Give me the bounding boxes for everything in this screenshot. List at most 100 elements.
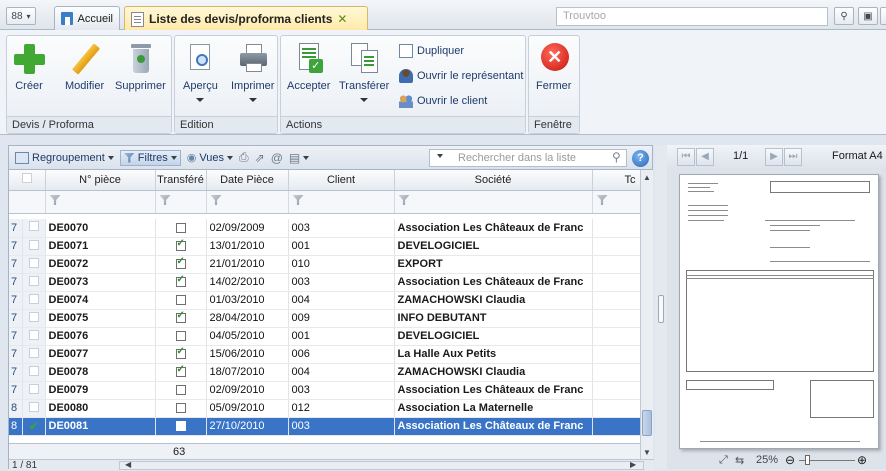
apercu-button[interactable]: Aperçu	[183, 42, 218, 102]
transfere-checkbox[interactable]	[175, 295, 186, 306]
fit-width-icon[interactable]: ⇆	[735, 454, 744, 467]
dupliquer-button[interactable]: Dupliquer	[399, 44, 464, 58]
list-search-input[interactable]: Rechercher dans la liste	[429, 149, 627, 167]
vertical-scrollbar[interactable]: ▲ ▼	[640, 170, 653, 459]
table-row[interactable]: 7 DE0076 04/05/2010 001 DEVELOGICIEL	[9, 327, 641, 346]
zoom-out-icon[interactable]: ⊖	[785, 453, 795, 467]
row-select-checkbox[interactable]	[28, 383, 39, 394]
ouvrir-client-button[interactable]: Ouvrir le client	[399, 94, 487, 108]
transfere-checkbox[interactable]	[175, 238, 186, 252]
fit-page-icon[interactable]: ⤢	[719, 454, 728, 467]
filtres-button[interactable]: Filtres	[119, 149, 181, 166]
window-button-2[interactable]	[880, 7, 886, 25]
table-row[interactable]: 7 DE0071 13/01/2010001DEVELOGICIEL	[9, 237, 641, 256]
panel-splitter[interactable]	[655, 145, 667, 469]
help-icon[interactable]: ?	[632, 150, 649, 167]
column-header-client[interactable]: Client	[288, 170, 395, 191]
transfere-checkbox[interactable]	[175, 310, 186, 324]
tab-liste-devis[interactable]: Liste des devis/proforma clients ✕	[124, 6, 368, 31]
supprimer-button[interactable]: Supprimer	[115, 42, 166, 92]
search-button[interactable]: ⚲	[834, 7, 854, 25]
column-header-tc[interactable]: Tc	[592, 170, 641, 191]
chevron-down-icon	[227, 155, 234, 160]
clipboard-button[interactable]: ▤	[289, 151, 310, 165]
scroll-left-icon[interactable]: ◀	[125, 460, 131, 469]
transfere-checkbox[interactable]	[175, 256, 186, 270]
table-row[interactable]: 7 DE0079 02/09/2010 003 Association Les Chât…	[9, 381, 641, 400]
previous-page-icon: ◀	[701, 151, 709, 162]
table-row[interactable]: 7 DE0074 01/03/2010 004 ZAMACHOWSKI Claudia	[9, 291, 641, 310]
filter-cell-societe[interactable]	[394, 190, 593, 214]
creer-button[interactable]: Créer	[13, 42, 45, 92]
transfere-checkbox[interactable]	[175, 346, 186, 360]
table-row[interactable]: 7 DE0073 14/02/2010003Association Les Chât…	[9, 273, 641, 292]
export-button[interactable]: ⇗	[255, 151, 265, 165]
transfere-checkbox[interactable]	[175, 331, 186, 342]
previous-page-button[interactable]: ◀	[696, 148, 714, 166]
table-row[interactable]: 7 DE0077 15/06/2010006La Halle Aux Petits	[9, 345, 641, 364]
search-dropdown-icon[interactable]	[437, 154, 443, 158]
column-header-transfere[interactable]: Transféré	[155, 170, 207, 191]
filter-cell-transfere[interactable]	[155, 190, 207, 214]
ouvrir-representant-button[interactable]: Ouvrir le représentant	[399, 69, 523, 83]
scroll-up-icon[interactable]: ▲	[643, 173, 651, 182]
column-header-date[interactable]: Date Pièce	[206, 170, 289, 191]
scroll-right-icon[interactable]: ▶	[630, 460, 636, 469]
filter-cell-client[interactable]	[288, 190, 395, 214]
row-select-checkbox[interactable]	[28, 401, 39, 412]
fermer-button[interactable]: ✕ Fermer	[536, 42, 571, 92]
table-row[interactable]: 8 ✔ DE0081 27/10/2010 003 Association Les Châ…	[9, 417, 641, 436]
row-select-checkbox[interactable]	[28, 239, 39, 250]
transfere-checkbox[interactable]	[175, 421, 186, 432]
modifier-button[interactable]: Modifier	[65, 42, 104, 92]
select-all-header[interactable]	[9, 170, 46, 191]
table-row[interactable]: 7 DE0075 28/04/2010009INFO DEBUTANT	[9, 309, 641, 328]
filter-cell-date[interactable]	[206, 190, 289, 214]
table-row[interactable]: 7 DE0072 21/01/2010010EXPORT	[9, 255, 641, 274]
accepter-button[interactable]: ✓ Accepter	[287, 42, 330, 92]
zoom-in-icon[interactable]: ⊕	[857, 453, 867, 467]
vertical-scroll-thumb[interactable]	[642, 410, 652, 436]
filter-cell-numero[interactable]	[45, 190, 156, 214]
transferer-button[interactable]: Transférer	[339, 42, 389, 102]
window-button[interactable]: ▣	[858, 7, 878, 25]
row-select-checkbox[interactable]	[28, 365, 39, 376]
row-select-checkbox[interactable]	[28, 221, 39, 232]
row-select-checkbox[interactable]	[28, 257, 39, 268]
global-search-input[interactable]: Trouvtoo	[556, 7, 828, 26]
transfere-checkbox[interactable]	[175, 385, 186, 396]
imprimer-button[interactable]: Imprimer	[231, 42, 274, 102]
transfere-checkbox[interactable]	[175, 403, 186, 414]
splitter-grip[interactable]	[658, 295, 664, 323]
close-tab-icon[interactable]: ✕	[337, 12, 347, 26]
filter-cell-tc[interactable]	[592, 190, 641, 214]
preview-icon: ⎙	[239, 150, 249, 164]
row-select-checkbox[interactable]	[28, 275, 39, 286]
check-icon[interactable]: ✔	[29, 421, 38, 433]
scroll-down-icon[interactable]: ▼	[643, 448, 651, 457]
table-row[interactable]: 8 DE0080 05/09/2010 012 Association La Mater…	[9, 399, 641, 418]
last-page-button[interactable]: ⏭	[784, 148, 802, 166]
row-select-checkbox[interactable]	[28, 293, 39, 304]
app-menu-button[interactable]: 88 ▾	[6, 7, 36, 25]
select-all-checkbox[interactable]	[21, 173, 32, 184]
row-select-checkbox[interactable]	[28, 329, 39, 340]
regroupement-button[interactable]: Regroupement	[15, 151, 114, 164]
transfere-checkbox[interactable]	[175, 222, 186, 233]
transfere-checkbox[interactable]	[175, 274, 186, 288]
first-page-button[interactable]: ⏮	[677, 148, 695, 166]
column-header-numero[interactable]: N° pièce	[45, 170, 156, 191]
cell-date: 01/03/2010	[206, 291, 289, 310]
column-header-societe[interactable]: Société	[394, 170, 593, 191]
tab-accueil[interactable]: Accueil	[54, 6, 120, 30]
table-row[interactable]: 7 DE0070 02/09/2009 003 Association Les Chât…	[9, 219, 641, 238]
vues-button[interactable]: ◉ Vues	[187, 151, 234, 164]
row-select-checkbox[interactable]	[28, 311, 39, 322]
transfere-checkbox[interactable]	[175, 364, 186, 378]
preview-list-button[interactable]: ⎙	[239, 150, 249, 165]
next-page-button[interactable]: ▶	[765, 148, 783, 166]
table-row[interactable]: 7 DE0078 18/07/2010004ZAMACHOWSKI Claudia	[9, 363, 641, 382]
row-select-checkbox[interactable]	[28, 347, 39, 358]
zoom-slider-thumb[interactable]	[805, 455, 810, 465]
email-button[interactable]: @	[271, 151, 283, 165]
